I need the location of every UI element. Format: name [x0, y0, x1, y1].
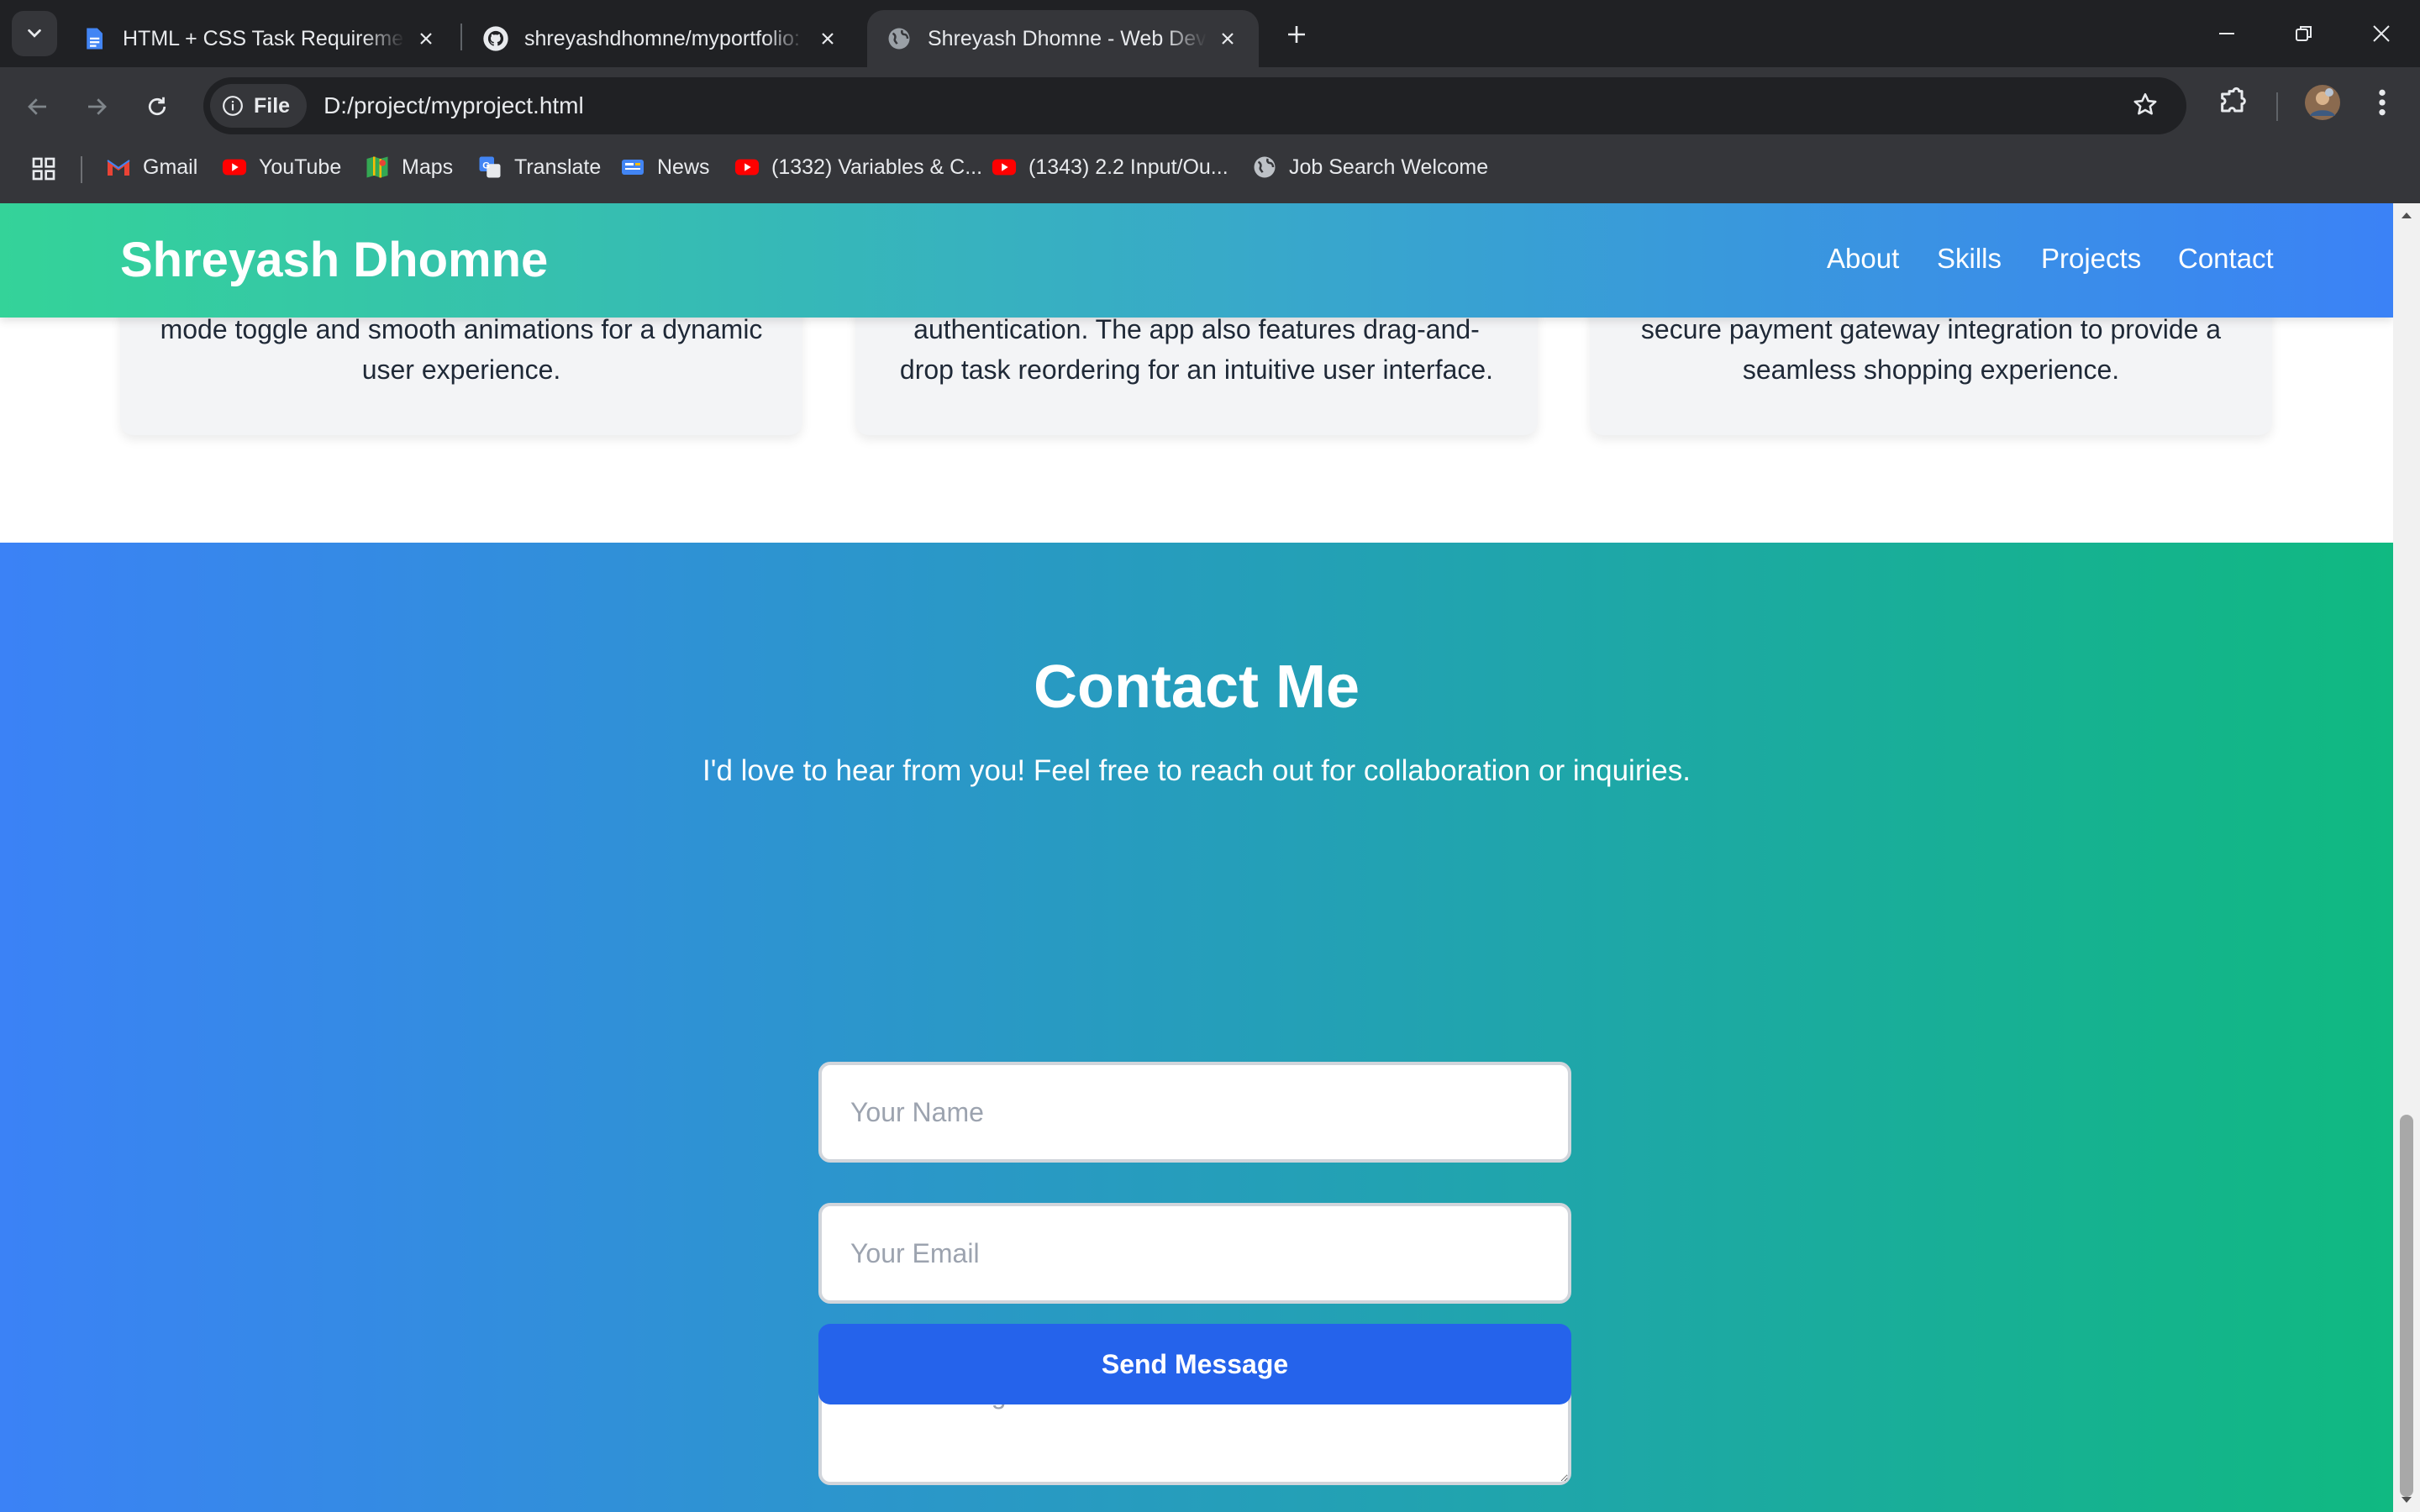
- site-header: Shreyash Dhomne About Skills Projects Co…: [0, 203, 2393, 318]
- profile-avatar[interactable]: [2304, 84, 2341, 125]
- globe-icon: [886, 25, 913, 52]
- bookmark-label: Translate: [514, 155, 602, 179]
- reload-button[interactable]: [136, 86, 178, 128]
- bookmark-youtube[interactable]: YouTube: [222, 148, 341, 186]
- site-info-chip[interactable]: File: [210, 84, 308, 128]
- github-icon: [482, 25, 509, 52]
- info-icon: [223, 96, 243, 116]
- maps-icon: [365, 155, 390, 180]
- bookmark-maps[interactable]: Maps: [365, 148, 453, 186]
- bookmark-label: YouTube: [259, 155, 342, 179]
- bookmark-label: (1343) 2.2 Input/Ou...: [1028, 155, 1228, 179]
- close-icon[interactable]: [815, 26, 840, 51]
- bookmark-label: News: [657, 155, 710, 179]
- arrow-left-icon: [28, 98, 46, 115]
- plus-icon: [1288, 26, 1305, 43]
- bookmarks-divider: [81, 156, 82, 183]
- bookmark-youtube-video-1343[interactable]: (1343) 2.2 Input/Ou...: [992, 148, 1228, 186]
- news-icon: [620, 155, 645, 180]
- nav-link-projects[interactable]: Projects: [2041, 242, 2141, 276]
- close-icon[interactable]: [413, 26, 439, 51]
- bookmark-label: (1332) Variables & C...: [771, 155, 983, 179]
- bookmark-youtube-video-1332[interactable]: (1332) Variables & C...: [734, 148, 982, 186]
- toolbar-divider: [2276, 92, 2278, 121]
- apps-grid-icon[interactable]: [30, 155, 57, 186]
- close-window-button[interactable]: [2343, 0, 2420, 67]
- youtube-icon: [992, 155, 1017, 180]
- email-input[interactable]: [818, 1203, 1571, 1304]
- tab-title: Shreyash Dhomne - Web Devel: [928, 26, 1207, 50]
- tab-title: shreyashdhomne/myportfolio: F: [524, 26, 807, 50]
- forward-button[interactable]: [76, 86, 118, 128]
- bookmark-translate[interactable]: G Translate: [477, 148, 601, 186]
- close-icon[interactable]: [1215, 26, 1240, 51]
- globe-icon: [1252, 155, 1277, 180]
- address-bar[interactable]: File D:/project/myproject.html: [203, 77, 2186, 134]
- browser-toolbar: File D:/project/myproject.html: [0, 67, 2420, 144]
- gmail-icon: [106, 155, 131, 180]
- chevron-down-icon: [28, 29, 41, 38]
- google-docs-icon: [81, 25, 108, 52]
- tab-title: HTML + CSS Task Requirements: [123, 26, 405, 50]
- project-description: mode toggle and smooth animations for a …: [160, 314, 763, 385]
- page-viewport: mode toggle and smooth animations for a …: [0, 203, 2393, 1512]
- new-tab-button[interactable]: [1277, 15, 1316, 54]
- restore-button[interactable]: [2265, 0, 2343, 67]
- bookmark-label: Maps: [402, 155, 454, 179]
- restore-icon: [2296, 26, 2312, 41]
- minimize-icon: [2219, 33, 2234, 34]
- back-button[interactable]: [17, 86, 59, 128]
- contact-lead: I'd love to hear from you! Feel free to …: [702, 754, 1691, 787]
- arrow-right-icon: [88, 98, 107, 115]
- tab-github-portfolio[interactable]: shreyashdhomne/myportfolio: F: [464, 10, 859, 67]
- tab-portfolio-page[interactable]: Shreyash Dhomne - Web Devel: [867, 10, 1259, 67]
- translate-icon: G: [477, 155, 502, 180]
- bookmark-gmail[interactable]: Gmail: [106, 148, 197, 186]
- nav-link-skills[interactable]: Skills: [1937, 242, 2002, 276]
- reload-icon: [148, 97, 166, 116]
- scroll-down-arrow-icon[interactable]: [2400, 1494, 2413, 1507]
- project-description: secure payment gateway integration to pr…: [1640, 314, 2222, 385]
- bookmark-label: Gmail: [143, 155, 198, 179]
- contact-title: Contact Me: [1033, 654, 1360, 721]
- close-icon: [2373, 25, 2390, 42]
- bookmark-label: Job Search Welcome: [1289, 155, 1489, 179]
- nav-link-contact[interactable]: Contact: [2178, 242, 2274, 276]
- youtube-icon: [222, 155, 247, 180]
- site-info-label: File: [254, 93, 291, 118]
- minimize-button[interactable]: [2188, 0, 2265, 67]
- tab-strip: HTML + CSS Task Requirements shreyashdho…: [0, 0, 2420, 67]
- site-brand[interactable]: Shreyash Dhomne: [120, 234, 548, 287]
- bookmark-star-icon[interactable]: [2131, 91, 2160, 123]
- page-scrollbar[interactable]: [2393, 203, 2420, 1512]
- youtube-icon: [734, 155, 760, 180]
- bookmark-news[interactable]: News: [620, 148, 710, 186]
- send-message-button[interactable]: Send Message: [818, 1324, 1571, 1404]
- scroll-up-arrow-icon[interactable]: [2400, 208, 2413, 222]
- menu-kebab-icon[interactable]: [2370, 86, 2395, 123]
- scrollbar-thumb[interactable]: [2400, 1115, 2413, 1497]
- nav-link-about[interactable]: About: [1827, 242, 1899, 276]
- bookmark-job-search[interactable]: Job Search Welcome: [1252, 148, 1488, 186]
- extensions-icon[interactable]: [2217, 86, 2250, 123]
- name-input[interactable]: [818, 1062, 1571, 1163]
- tab-divider: [460, 24, 462, 50]
- project-description: authentication. The app also features dr…: [899, 314, 1494, 385]
- tab-search-button[interactable]: [12, 11, 57, 56]
- tab-task-requirements[interactable]: HTML + CSS Task Requirements: [62, 10, 457, 67]
- url-text[interactable]: D:/project/myproject.html: [324, 92, 584, 119]
- svg-text:G: G: [482, 160, 490, 171]
